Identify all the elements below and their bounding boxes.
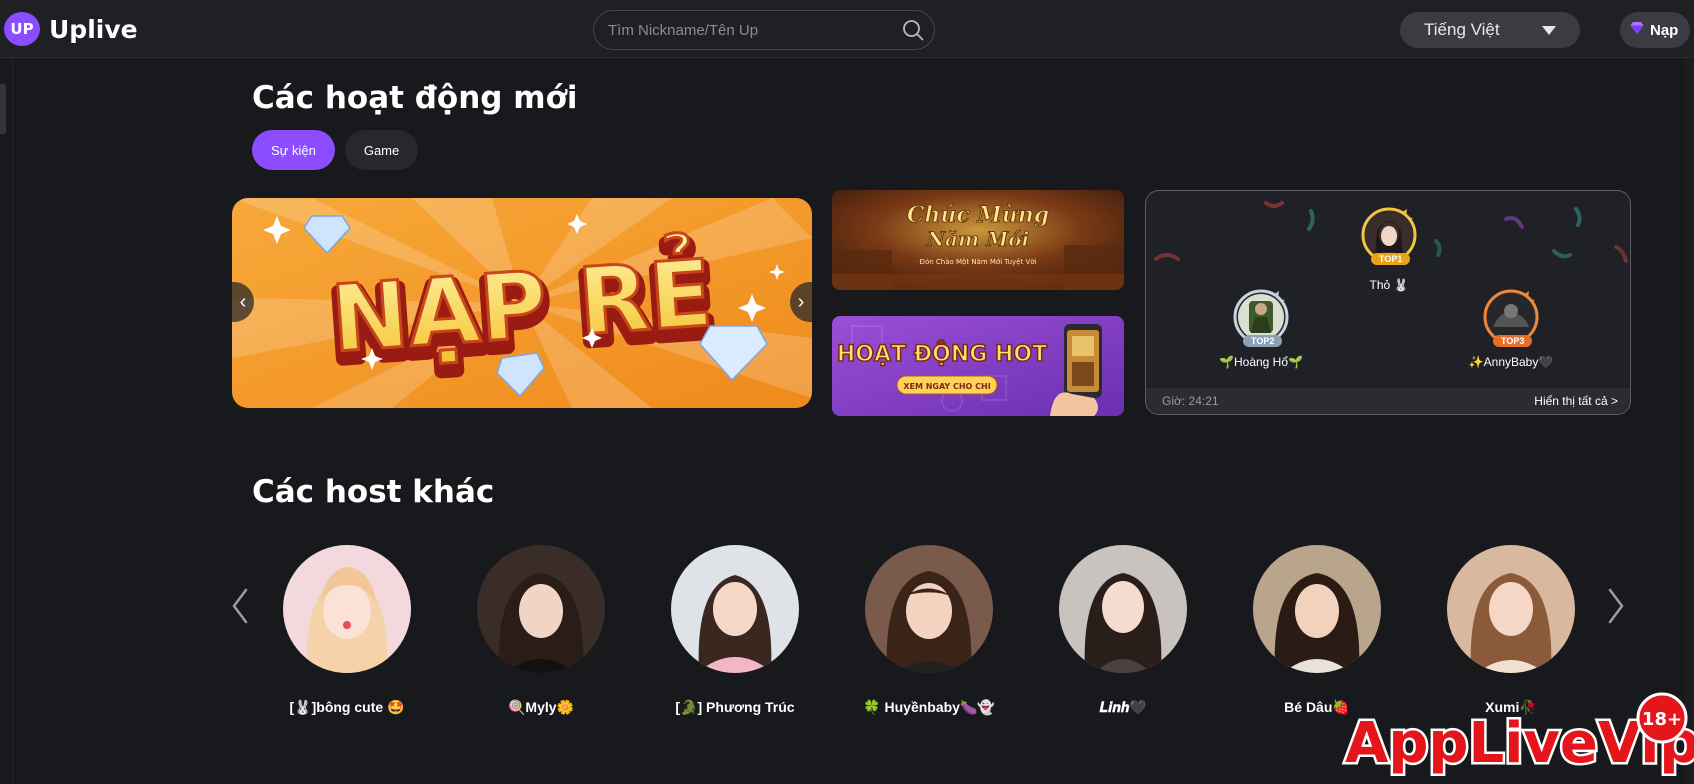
rank-name: Thỏ 🐰 xyxy=(1369,278,1409,292)
new-year-banner-art: Chúc Mừng Năm Mới Đón Chào Một Năm Mới T… xyxy=(832,190,1124,290)
ranking-time: Giờ: 24:21 xyxy=(1162,394,1219,408)
new-year-title-2: Năm Mới xyxy=(926,227,1029,251)
host-name: [🐊] Phương Trúc xyxy=(675,699,795,715)
chevron-left-icon[interactable] xyxy=(228,586,252,626)
rank-top1[interactable]: TOP1 Thỏ 🐰 xyxy=(1359,205,1419,292)
avatar xyxy=(477,545,605,673)
avatar xyxy=(1059,545,1187,673)
rank-badge: TOP3 xyxy=(1493,335,1533,347)
host-name: 🍀 Huyềnbaby🍆👻 xyxy=(863,699,995,715)
main-banner[interactable]: NẠP RẺ NẠP RẺ ‹ › xyxy=(232,198,812,408)
rank-top3[interactable]: TOP3 ✨AnnyBaby🖤 xyxy=(1456,287,1566,369)
hot-activity-title: HOẠT ĐỘNG HOT xyxy=(837,340,1047,367)
view-all-link[interactable]: Hiển thị tất cả > xyxy=(1534,394,1618,408)
scrollbar-track[interactable] xyxy=(1685,58,1694,784)
avatar xyxy=(865,545,993,673)
avatar xyxy=(1447,545,1575,673)
new-year-subtitle: Đón Chào Một Năm Mới Tuyệt Vời xyxy=(920,258,1037,266)
hot-activity-banner[interactable]: HOẠT ĐỘNG HOT XEM NGAY CHO CHI xyxy=(832,316,1124,416)
topup-label: Nạp xyxy=(1650,21,1679,39)
rank-badge: TOP1 xyxy=(1371,253,1411,265)
language-select[interactable]: Tiếng Việt xyxy=(1400,12,1580,48)
host-card[interactable]: 🍭Myly🌼 xyxy=(446,545,636,716)
activities-title: Các hoạt động mới xyxy=(252,80,578,116)
hot-activity-cta: XEM NGAY CHO CHI xyxy=(903,382,990,391)
search-icon[interactable] xyxy=(902,19,924,41)
rank-name: ✨AnnyBaby🖤 xyxy=(1468,355,1554,369)
top-bar: UP Uplive Tiếng Việt Nạp xyxy=(0,0,1694,58)
chevron-down-icon xyxy=(1542,26,1556,35)
new-year-title: Chúc Mừng xyxy=(907,202,1049,228)
avatar xyxy=(1253,545,1381,673)
hosts-title: Các host khác xyxy=(252,474,495,510)
side-scroll-handle[interactable] xyxy=(0,84,6,134)
host-card[interactable]: [🐊] Phương Trúc xyxy=(640,545,830,716)
avatar xyxy=(283,545,411,673)
watermark-badge: 18+ xyxy=(1642,709,1682,730)
activity-tabs: Sự kiện Game xyxy=(252,130,419,170)
logo-mark: UP xyxy=(4,12,40,46)
main-banner-art: NẠP RẺ NẠP RẺ xyxy=(232,198,812,408)
search-input[interactable] xyxy=(608,11,888,49)
divider xyxy=(12,58,13,784)
search-box xyxy=(593,10,935,50)
tab-events[interactable]: Sự kiện xyxy=(252,130,335,170)
host-card[interactable]: [🐰]bông cute 🤩 xyxy=(252,545,442,716)
rank-top2[interactable]: TOP2 🌱Hoàng Hổ🌱 xyxy=(1206,287,1316,369)
ranking-footer: Giờ: 24:21 Hiển thị tất cả > xyxy=(1146,388,1630,414)
host-card[interactable]: 𝑳𝒊𝒏𝒉🖤 xyxy=(1028,545,1218,716)
avatar xyxy=(671,545,799,673)
tab-game[interactable]: Game xyxy=(344,130,419,170)
language-label: Tiếng Việt xyxy=(1424,20,1500,39)
new-year-banner[interactable]: Chúc Mừng Năm Mới Đón Chào Một Năm Mới T… xyxy=(832,190,1124,290)
host-name: 𝑳𝒊𝒏𝒉🖤 xyxy=(1099,699,1147,715)
logo-text: Uplive xyxy=(49,14,138,44)
logo[interactable]: UP Uplive xyxy=(4,12,138,46)
diamond-icon xyxy=(1630,21,1644,39)
host-name: 🍭Myly🌼 xyxy=(508,699,574,715)
hot-activity-banner-art: HOẠT ĐỘNG HOT XEM NGAY CHO CHI xyxy=(832,316,1124,416)
host-card[interactable]: 🍀 Huyềnbaby🍆👻 xyxy=(834,545,1024,716)
rank-name: 🌱Hoàng Hổ🌱 xyxy=(1219,355,1303,369)
topup-button[interactable]: Nạp xyxy=(1620,12,1690,48)
chevron-right-icon[interactable] xyxy=(1604,586,1628,626)
rank-badge: TOP2 xyxy=(1243,335,1283,347)
watermark-logo: AppLiveVip 18+ xyxy=(1343,692,1694,779)
ranking-card[interactable]: TOP1 Thỏ 🐰 TOP2 🌱Hoàng Hổ🌱 TOP3 ✨AnnyBab… xyxy=(1145,190,1631,415)
host-name: [🐰]bông cute 🤩 xyxy=(289,699,405,715)
